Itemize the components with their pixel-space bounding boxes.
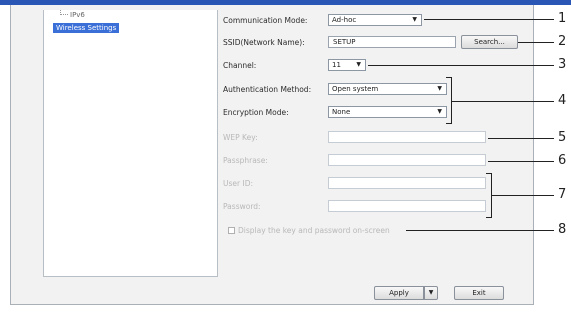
callout-number-2: 2: [558, 34, 567, 49]
callout-number-5: 5: [558, 130, 567, 145]
callout-line-6: [488, 161, 554, 162]
chevron-down-icon: ▼: [412, 16, 417, 23]
channel-select[interactable]: 11 ▼: [328, 59, 366, 71]
authentication-method-label: Authentication Method:: [223, 85, 312, 94]
exit-button[interactable]: Exit: [454, 286, 504, 300]
encryption-mode-label: Encryption Mode:: [223, 108, 289, 117]
tree-item-wireless-settings-label: Wireless Settings: [56, 24, 117, 32]
password-label: Password:: [223, 202, 261, 211]
wep-key-input[interactable]: [328, 131, 486, 143]
chevron-down-icon: ▼: [437, 108, 442, 115]
callout-line-2: [518, 42, 554, 43]
callout-line-1: [424, 19, 554, 20]
exit-button-label: Exit: [472, 289, 486, 297]
apply-button[interactable]: Apply: [374, 286, 424, 300]
callout-number-3: 3: [558, 57, 567, 72]
apply-options-dropdown[interactable]: ▼: [424, 286, 438, 300]
apply-button-label: Apply: [389, 289, 409, 297]
chevron-down-icon: ▼: [437, 85, 442, 92]
wep-key-label: WEP Key:: [223, 133, 258, 142]
search-button[interactable]: Search...: [461, 35, 518, 49]
ssid-input[interactable]: SETUP: [328, 36, 456, 48]
channel-label: Channel:: [223, 61, 257, 70]
user-id-label: User ID:: [223, 179, 253, 188]
communication-mode-label: Communication Mode:: [223, 16, 308, 25]
callout-number-4: 4: [558, 93, 567, 108]
callout-number-8: 8: [558, 222, 567, 237]
encryption-mode-select[interactable]: None ▼: [328, 106, 447, 118]
callout-line-4: [452, 101, 554, 102]
display-key-checkbox[interactable]: [228, 227, 235, 234]
callout-number-1: 1: [558, 11, 567, 26]
encryption-mode-value: None: [332, 108, 351, 116]
search-button-label: Search...: [474, 38, 505, 46]
callout-number-7: 7: [558, 187, 567, 202]
tree-branch-line: [61, 14, 68, 15]
settings-window: IPv6 Wireless Settings Communication Mod…: [10, 5, 534, 305]
communication-mode-select[interactable]: Ad-hoc ▼: [328, 14, 422, 26]
settings-tree: IPv6 Wireless Settings: [43, 10, 218, 277]
callout-number-6: 6: [558, 153, 567, 168]
chevron-down-icon: ▼: [428, 289, 434, 296]
callout-line-5: [488, 138, 554, 139]
callout-line-8: [406, 230, 554, 231]
tree-item-ipv6[interactable]: IPv6: [61, 11, 85, 19]
chevron-down-icon: ▼: [356, 61, 361, 68]
channel-value: 11: [332, 61, 341, 69]
callout-line-7: [492, 195, 554, 196]
password-input[interactable]: [328, 200, 486, 212]
authentication-method-value: Open system: [332, 85, 379, 93]
passphrase-label: Passphrase:: [223, 156, 268, 165]
tree-item-wireless-settings[interactable]: Wireless Settings: [53, 23, 120, 33]
authentication-method-select[interactable]: Open system ▼: [328, 83, 447, 95]
passphrase-input[interactable]: [328, 154, 486, 166]
communication-mode-value: Ad-hoc: [332, 16, 357, 24]
tree-item-ipv6-label: IPv6: [70, 11, 85, 19]
ssid-label: SSID(Network Name):: [223, 38, 305, 47]
user-id-input[interactable]: [328, 177, 486, 189]
display-key-checkbox-label: Display the key and password on-screen: [238, 226, 390, 235]
ssid-value: SETUP: [333, 38, 356, 46]
callout-line-3: [368, 65, 554, 66]
